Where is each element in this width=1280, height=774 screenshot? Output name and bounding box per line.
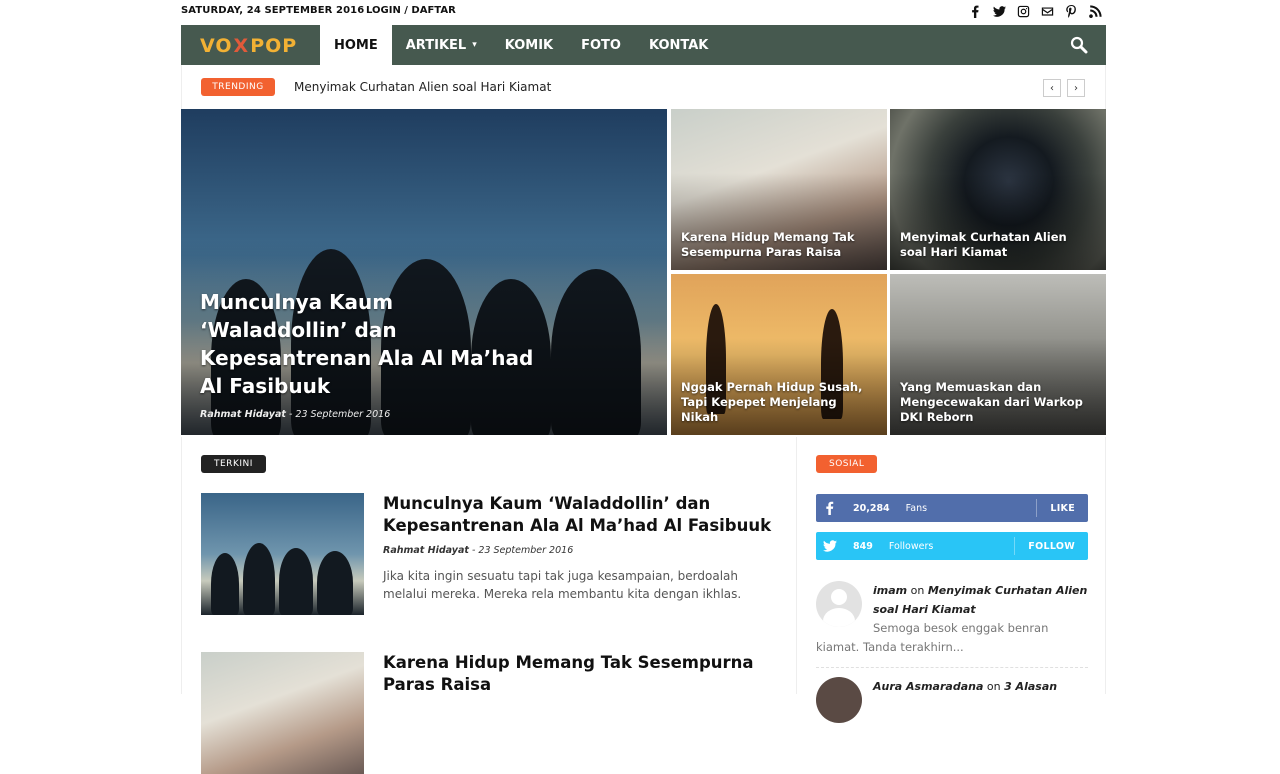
comment-author[interactable]: imam xyxy=(873,584,907,597)
recent-comment: Aura Asmaradana on 3 Alasan xyxy=(816,677,1088,723)
featured-tile[interactable]: Nggak Pernah Hidup Susah, Tapi Kepepet M… xyxy=(671,274,887,435)
featured-main-title[interactable]: Munculnya Kaum ‘Waladdollin’ dan Kepesan… xyxy=(200,288,547,400)
twitter-counter[interactable]: 849 Followers FOLLOW xyxy=(816,532,1088,560)
trending-badge: TRENDING xyxy=(201,78,275,96)
featured-tile[interactable]: Yang Memuaskan dan Mengecewakan dari War… xyxy=(890,274,1106,435)
post-thumbnail[interactable] xyxy=(201,493,364,615)
featured-tile-title[interactable]: Menyimak Curhatan Alien soal Hari Kiamat xyxy=(900,230,1096,260)
nav-item-home[interactable]: HOME xyxy=(320,25,392,65)
trending-title[interactable]: Menyimak Curhatan Alien soal Hari Kiamat xyxy=(294,80,551,94)
post-title[interactable]: Karena Hidup Memang Tak Sesempurna Paras… xyxy=(383,652,773,696)
twitter-icon xyxy=(816,532,844,560)
chevron-right-icon[interactable]: › xyxy=(1067,79,1085,97)
trending-controls: ‹ › xyxy=(1043,79,1085,97)
featured-tile[interactable]: Menyimak Curhatan Alien soal Hari Kiamat xyxy=(890,109,1106,270)
pinterest-icon[interactable] xyxy=(1064,3,1078,19)
facebook-count: 20,284 xyxy=(853,502,890,514)
facebook-icon[interactable] xyxy=(968,3,982,19)
nav-item-artikel[interactable]: ARTIKEL ▾ xyxy=(392,25,491,65)
login-link[interactable]: LOGIN / DAFTAR xyxy=(366,5,456,16)
follow-button[interactable]: FOLLOW xyxy=(1014,537,1088,555)
featured-tile-title[interactable]: Nggak Pernah Hidup Susah, Tapi Kepepet M… xyxy=(681,380,877,425)
top-bar: SATURDAY, 24 SEPTEMBER 2016 LOGIN / DAFT… xyxy=(181,0,1106,25)
main-navigation: VO X P OP HOME ARTIKEL ▾ KOMIK FOTO KONTAK xyxy=(181,25,1106,65)
featured-tile-title[interactable]: Yang Memuaskan dan Mengecewakan dari War… xyxy=(900,380,1096,425)
post-title[interactable]: Munculnya Kaum ‘Waladdollin’ dan Kepesan… xyxy=(383,493,773,537)
twitter-label: Followers xyxy=(888,540,934,552)
mail-icon[interactable] xyxy=(1040,3,1054,19)
comment-author[interactable]: Aura Asmaradana xyxy=(873,680,983,693)
post-excerpt: Jika kita ingin sesuatu tapi tak juga ke… xyxy=(383,569,742,601)
avatar xyxy=(816,677,862,723)
instagram-icon[interactable] xyxy=(1016,3,1030,19)
section-title: SOSIAL xyxy=(816,455,878,473)
chevron-left-icon[interactable]: ‹ xyxy=(1043,79,1061,97)
nav-item-komik[interactable]: KOMIK xyxy=(491,25,567,65)
search-icon[interactable] xyxy=(1070,36,1088,54)
twitter-icon[interactable] xyxy=(992,3,1006,19)
post-meta: Rahmat Hidayat - 23 September 2016 xyxy=(383,545,574,556)
sidebar: SOSIAL 20,284 Fans LIKE 849 Followers FO… xyxy=(797,437,1106,723)
twitter-count: 849 xyxy=(853,540,873,552)
facebook-icon xyxy=(816,494,844,522)
featured-tile-title[interactable]: Karena Hidup Memang Tak Sesempurna Paras… xyxy=(681,230,877,260)
social-links xyxy=(968,3,1102,19)
chevron-down-icon: ▾ xyxy=(472,40,477,50)
current-date: SATURDAY, 24 SEPTEMBER 2016 xyxy=(181,5,365,16)
divider xyxy=(816,667,1088,668)
featured-grid: Munculnya Kaum ‘Waladdollin’ dan Kepesan… xyxy=(181,109,1106,435)
nav-menu: HOME ARTIKEL ▾ KOMIK FOTO KONTAK xyxy=(320,25,722,65)
comment-post-link[interactable]: 3 Alasan xyxy=(1004,680,1057,693)
nav-item-kontak[interactable]: KONTAK xyxy=(635,25,722,65)
featured-tile[interactable]: Karena Hidup Memang Tak Sesempurna Paras… xyxy=(671,109,887,270)
like-button[interactable]: LIKE xyxy=(1036,499,1088,517)
facebook-label: Fans xyxy=(905,502,928,514)
facebook-counter[interactable]: 20,284 Fans LIKE xyxy=(816,494,1088,522)
nav-item-foto[interactable]: FOTO xyxy=(567,25,635,65)
recent-comment: imam on Menyimak Curhatan Alien soal Har… xyxy=(816,581,1088,661)
rss-icon[interactable] xyxy=(1088,3,1102,19)
featured-main[interactable]: Munculnya Kaum ‘Waladdollin’ dan Kepesan… xyxy=(181,109,667,435)
comment-text: Semoga besok enggak benran kiamat. Tanda… xyxy=(816,621,1049,654)
section-title: TERKINI xyxy=(201,455,266,473)
terkini-section: TERKINI Munculnya Kaum ‘Waladdollin’ dan… xyxy=(181,437,797,774)
featured-main-meta: Rahmat Hidayat - 23 September 2016 xyxy=(200,409,391,420)
site-logo[interactable]: VO X P OP xyxy=(200,35,297,57)
post-thumbnail[interactable] xyxy=(201,652,364,774)
trending-bar: TRENDING Menyimak Curhatan Alien soal Ha… xyxy=(181,65,1106,109)
